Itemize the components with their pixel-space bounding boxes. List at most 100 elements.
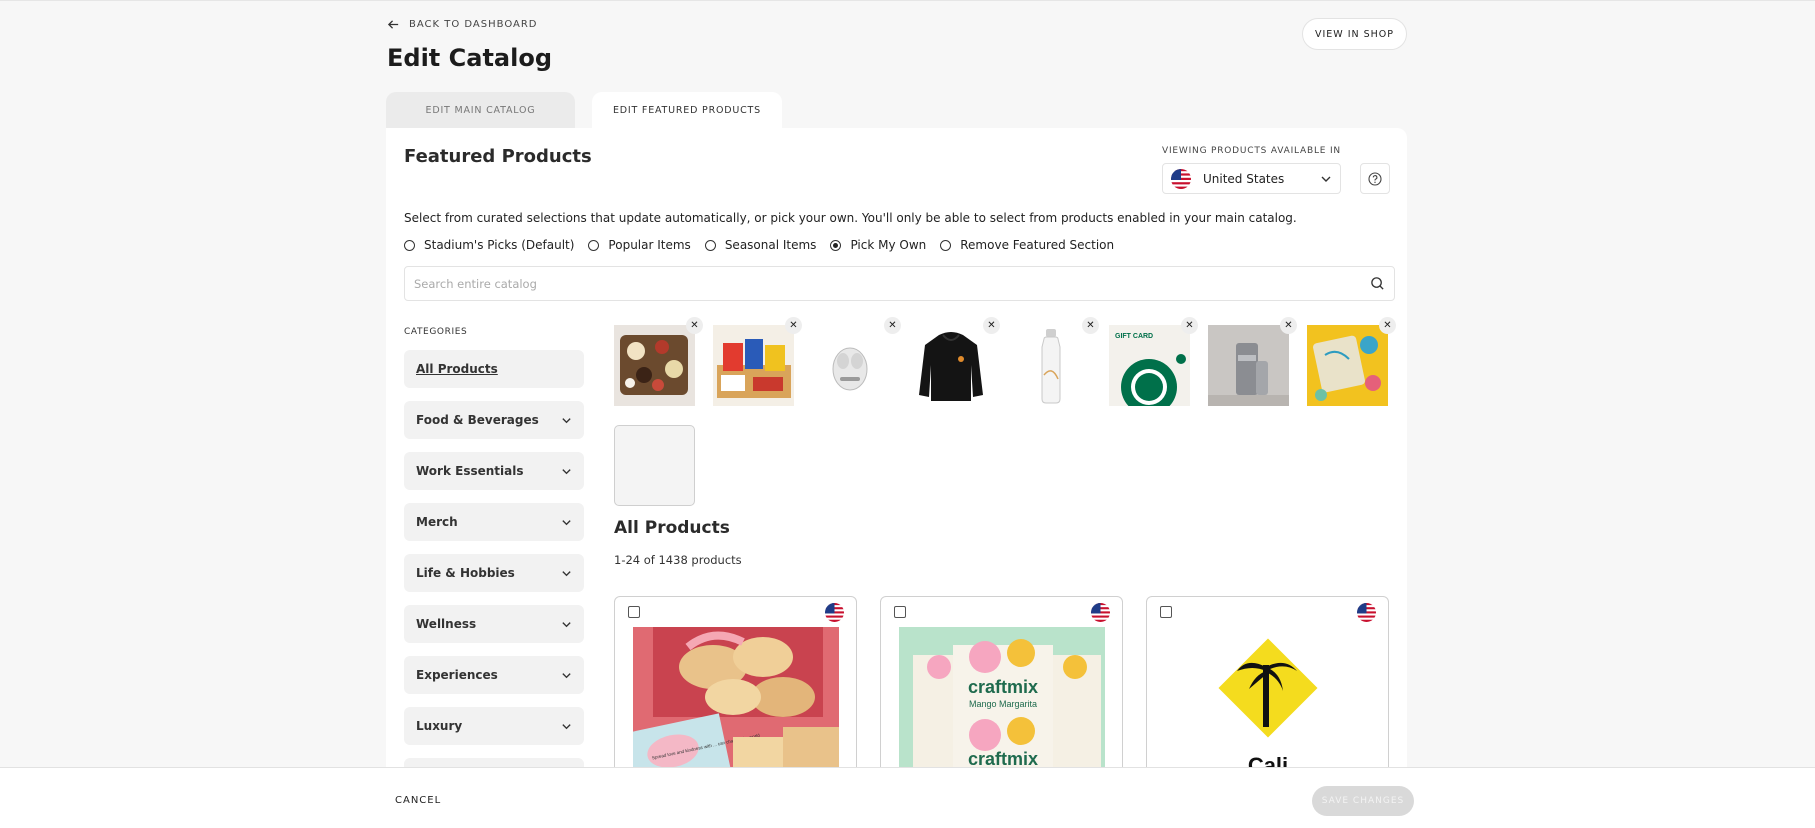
featured-description: Select from curated selections that upda… bbox=[404, 211, 1297, 225]
chevron-down-icon bbox=[562, 519, 571, 525]
craftmix-mango-margarita-image: craftmix Mango Margarita craftmix bbox=[899, 627, 1105, 777]
radio-circle-selected bbox=[830, 239, 842, 251]
product-checkbox[interactable] bbox=[628, 606, 640, 618]
category-merch[interactable]: Merch bbox=[404, 503, 584, 541]
search-icon[interactable] bbox=[1370, 276, 1385, 291]
craftmix-brand-text: craftmix bbox=[968, 677, 1038, 697]
footer-bar bbox=[0, 767, 1815, 828]
category-label: Work Essentials bbox=[416, 464, 524, 478]
black-hoodie-image bbox=[911, 325, 992, 406]
snack-box-image bbox=[713, 325, 794, 406]
view-in-shop-button[interactable]: VIEW IN SHOP bbox=[1302, 18, 1407, 50]
country-value: United States bbox=[1203, 171, 1285, 186]
chevron-down-icon bbox=[562, 672, 571, 678]
category-label: Experiences bbox=[416, 668, 498, 682]
radio-circle bbox=[940, 239, 952, 251]
craftmix-brand-text-repeat: craftmix bbox=[968, 749, 1038, 769]
remove-featured-close-icon[interactable]: ✕ bbox=[1181, 317, 1198, 334]
category-label: Merch bbox=[416, 515, 458, 529]
remove-featured-close-icon[interactable]: ✕ bbox=[884, 317, 901, 334]
featured-item: GIFT CARD ✕ bbox=[1109, 317, 1198, 406]
remove-featured-close-icon[interactable]: ✕ bbox=[1082, 317, 1099, 334]
chevron-down-icon bbox=[1321, 176, 1331, 182]
category-luxury[interactable]: Luxury bbox=[404, 707, 584, 745]
skincare-bottles-image bbox=[1208, 325, 1289, 406]
cookies-gift-box-image: Spread love and kindness with ... can ch… bbox=[633, 627, 839, 777]
product-card[interactable]: Cali bbox=[1146, 596, 1389, 796]
save-changes-button[interactable]: SAVE CHANGES bbox=[1312, 786, 1414, 816]
product-card[interactable]: craftmix Mango Margarita craftmix bbox=[880, 596, 1123, 796]
radio-circle bbox=[704, 239, 716, 251]
chevron-down-icon bbox=[562, 468, 571, 474]
radio-pick-my-own[interactable]: Pick My Own bbox=[830, 238, 926, 252]
us-flag-icon bbox=[1171, 168, 1191, 189]
category-list: All Products Food & Beverages Work Essen… bbox=[404, 350, 584, 809]
categories-label: CATEGORIES bbox=[404, 327, 468, 337]
all-products-title: All Products bbox=[614, 518, 730, 538]
back-label: BACK TO DASHBOARD bbox=[409, 19, 538, 30]
radio-label: Pick My Own bbox=[850, 238, 927, 252]
product-card[interactable]: Spread love and kindness with ... can ch… bbox=[614, 596, 857, 796]
page-title: Edit Catalog bbox=[387, 44, 552, 72]
radio-popular-items[interactable]: Popular Items bbox=[588, 238, 691, 252]
featured-item: ✕ bbox=[1208, 317, 1297, 406]
radio-circle bbox=[588, 239, 600, 251]
charcuterie-board-image bbox=[614, 325, 695, 406]
us-flag-icon bbox=[1091, 603, 1110, 622]
arrow-left-icon bbox=[387, 20, 399, 29]
palm-tree-sign-image: Cali bbox=[1165, 627, 1371, 777]
water-bottle-image bbox=[1010, 325, 1091, 406]
product-checkbox[interactable] bbox=[894, 606, 906, 618]
country-select[interactable]: United States bbox=[1162, 163, 1341, 194]
back-to-dashboard-link[interactable]: BACK TO DASHBOARD bbox=[387, 18, 538, 31]
earbuds-image bbox=[812, 325, 893, 406]
radio-seasonal-items[interactable]: Seasonal Items bbox=[704, 238, 817, 252]
chevron-down-icon bbox=[562, 621, 571, 627]
remove-featured-close-icon[interactable]: ✕ bbox=[1379, 317, 1396, 334]
category-label: Food & Beverages bbox=[416, 413, 539, 427]
product-count: 1-24 of 1438 products bbox=[614, 553, 742, 567]
featured-mode-radio-group: Stadium's Picks (Default) Popular Items … bbox=[404, 238, 1128, 252]
category-wellness[interactable]: Wellness bbox=[404, 605, 584, 643]
radio-stadiums-picks[interactable]: Stadium's Picks (Default) bbox=[404, 238, 574, 252]
top-divider bbox=[0, 0, 1815, 1]
search-input[interactable] bbox=[414, 276, 1370, 291]
featured-item: ✕ bbox=[812, 317, 901, 406]
catalog-search bbox=[404, 266, 1395, 301]
category-label: Wellness bbox=[416, 617, 477, 631]
radio-circle bbox=[404, 239, 415, 251]
category-experiences[interactable]: Experiences bbox=[404, 656, 584, 694]
category-work-essentials[interactable]: Work Essentials bbox=[404, 452, 584, 490]
tab-edit-main-catalog[interactable]: EDIT MAIN CATALOG bbox=[386, 92, 575, 129]
radio-label: Seasonal Items bbox=[724, 238, 817, 252]
remove-featured-close-icon[interactable]: ✕ bbox=[1280, 317, 1297, 334]
remove-featured-close-icon[interactable]: ✕ bbox=[785, 317, 802, 334]
category-label: All Products bbox=[416, 362, 498, 376]
us-flag-icon bbox=[1357, 603, 1376, 622]
craftmix-flavor-text: Mango Margarita bbox=[969, 699, 1037, 709]
category-all-products[interactable]: All Products bbox=[404, 350, 584, 388]
featured-item: ✕ bbox=[713, 317, 802, 406]
us-flag-icon bbox=[825, 603, 844, 622]
chevron-down-icon bbox=[562, 417, 571, 423]
tab-edit-featured-products[interactable]: EDIT FEATURED PRODUCTS bbox=[592, 92, 782, 129]
radio-remove-featured[interactable]: Remove Featured Section bbox=[940, 238, 1114, 252]
featured-item: ✕ bbox=[614, 317, 703, 406]
category-life-hobbies[interactable]: Life & Hobbies bbox=[404, 554, 584, 592]
chevron-down-icon bbox=[562, 570, 571, 576]
product-checkbox[interactable] bbox=[1160, 606, 1172, 618]
viewing-products-label: VIEWING PRODUCTS AVAILABLE IN bbox=[1162, 146, 1341, 156]
category-label: Luxury bbox=[416, 719, 463, 733]
remove-featured-close-icon[interactable]: ✕ bbox=[686, 317, 703, 334]
featured-item: ✕ bbox=[911, 317, 1000, 406]
featured-item: ✕ bbox=[1010, 317, 1099, 406]
radio-label: Popular Items bbox=[608, 238, 691, 252]
radio-label: Stadium's Picks (Default) bbox=[424, 238, 575, 252]
add-featured-slot[interactable] bbox=[614, 425, 695, 506]
remove-featured-close-icon[interactable]: ✕ bbox=[983, 317, 1000, 334]
category-food-beverages[interactable]: Food & Beverages bbox=[404, 401, 584, 439]
help-button[interactable] bbox=[1360, 163, 1390, 194]
gift-card-label: GIFT CARD bbox=[1115, 333, 1153, 340]
cancel-button[interactable]: CANCEL bbox=[395, 795, 441, 806]
craft-kit-image bbox=[1307, 325, 1388, 406]
